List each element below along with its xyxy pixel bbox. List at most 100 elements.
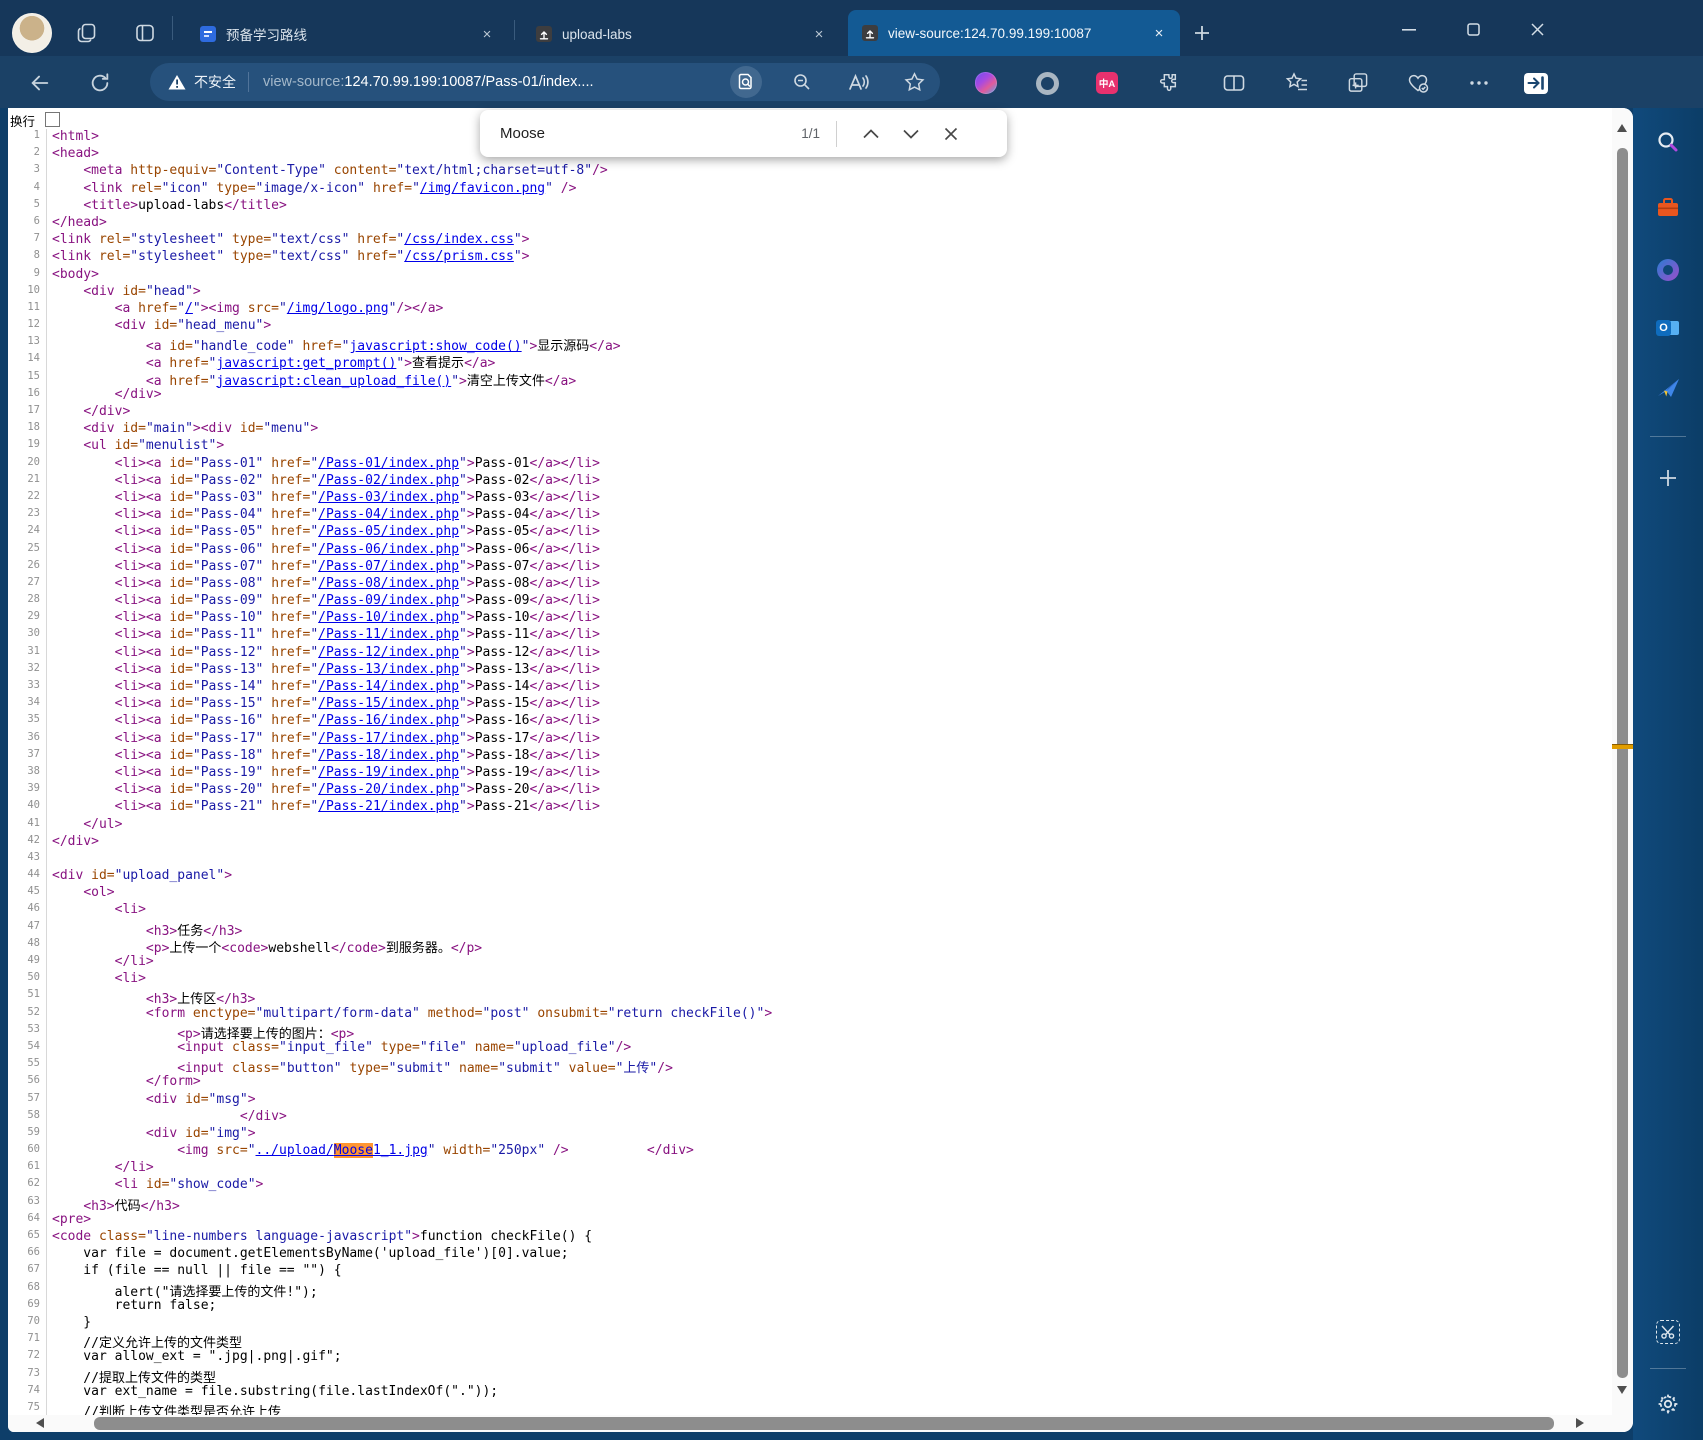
source-link[interactable]: / bbox=[185, 301, 193, 316]
source-link[interactable]: /Pass-06/index.php bbox=[318, 542, 459, 557]
source-link[interactable]: /img/logo.png bbox=[287, 301, 389, 316]
outlook-icon[interactable]: O bbox=[1656, 316, 1680, 340]
horizontal-scroll-thumb[interactable] bbox=[94, 1417, 1554, 1430]
source-link[interactable]: 1_1.jpg bbox=[373, 1143, 428, 1158]
drop-paper-plane-icon[interactable] bbox=[1656, 376, 1680, 400]
scroll-up-arrow[interactable] bbox=[1617, 124, 1627, 132]
tab-close-icon[interactable]: × bbox=[476, 26, 498, 43]
sidebar-toggle-icon[interactable] bbox=[1524, 71, 1548, 95]
microsoft-365-icon[interactable] bbox=[1656, 258, 1680, 282]
attribute-value: "Pass-10" bbox=[192, 610, 264, 626]
zoom-out-icon[interactable] bbox=[786, 66, 818, 98]
source-link[interactable]: javascript:clean_upload_file() bbox=[216, 374, 451, 389]
favorites-list-icon[interactable] bbox=[1285, 71, 1309, 95]
window-close-button[interactable] bbox=[1522, 16, 1552, 42]
back-button[interactable] bbox=[28, 71, 52, 95]
source-line: 72 var allow_ext = ".jpg|.png|.gif"; bbox=[8, 1349, 1612, 1367]
source-line: 25 <li><a id="Pass-06" href="/Pass-06/in… bbox=[8, 541, 1612, 559]
ai-brain-icon[interactable] bbox=[974, 71, 998, 95]
source-text bbox=[177, 1126, 185, 1141]
tab-close-icon[interactable]: × bbox=[808, 26, 830, 43]
source-link[interactable]: /Pass-10/index.php bbox=[318, 610, 459, 625]
favorite-star-icon[interactable] bbox=[898, 66, 930, 98]
screenshot-snip-icon[interactable] bbox=[1656, 1320, 1680, 1344]
window-minimize-button[interactable] bbox=[1394, 16, 1424, 42]
source-link[interactable]: /Pass-11/index.php bbox=[318, 627, 459, 642]
find-next-button[interactable] bbox=[891, 116, 931, 152]
view-source-page: 换行 1 <html> 2 <head> 3 <meta http-equiv="Con… bbox=[8, 108, 1633, 1432]
source-link[interactable]: /Pass-13/index.php bbox=[318, 662, 459, 677]
workspaces-icon[interactable] bbox=[76, 22, 98, 44]
security-label[interactable]: 不安全 bbox=[194, 72, 236, 92]
vertical-scrollbar[interactable] bbox=[1612, 108, 1633, 1432]
extensions-puzzle-icon[interactable] bbox=[1156, 71, 1180, 95]
tab-study-route[interactable]: 预备学习路线 × bbox=[186, 12, 506, 56]
split-screen-icon[interactable] bbox=[1222, 71, 1246, 95]
attribute-value: " bbox=[310, 799, 319, 815]
source-link[interactable]: /Pass-15/index.php bbox=[318, 696, 459, 711]
source-link[interactable]: /Pass-12/index.php bbox=[318, 645, 459, 660]
tab-actions-icon[interactable] bbox=[134, 22, 156, 44]
scroll-down-arrow[interactable] bbox=[1617, 1386, 1627, 1394]
source-link[interactable]: /Pass-02/index.php bbox=[318, 473, 459, 488]
search-icon[interactable] bbox=[1656, 130, 1680, 154]
collections-icon[interactable] bbox=[1346, 71, 1370, 95]
attribute-value: " bbox=[513, 249, 522, 265]
url-text[interactable]: view-source:124.70.99.199:10087/Pass-01/… bbox=[263, 74, 594, 90]
source-link[interactable]: /Pass-03/index.php bbox=[318, 490, 459, 505]
read-aloud-icon[interactable] bbox=[842, 66, 874, 98]
source-link[interactable]: /Pass-07/index.php bbox=[318, 559, 459, 574]
find-close-button[interactable] bbox=[931, 116, 971, 152]
source-link[interactable]: /img/favicon.png bbox=[420, 181, 545, 196]
new-tab-button[interactable] bbox=[1192, 23, 1212, 43]
source-link[interactable]: /Pass-21/index.php bbox=[318, 799, 459, 814]
source-link[interactable]: /Pass-18/index.php bbox=[318, 748, 459, 763]
scroll-right-arrow[interactable] bbox=[1576, 1418, 1584, 1428]
window-maximize-button[interactable] bbox=[1458, 16, 1488, 42]
ring-extension-icon[interactable] bbox=[1035, 71, 1059, 95]
source-link[interactable]: /Pass-05/index.php bbox=[318, 524, 459, 539]
tab-view-source-active[interactable]: view-source:124.70.99.199:10087 × bbox=[848, 10, 1180, 56]
find-previous-button[interactable] bbox=[851, 116, 891, 152]
source-text bbox=[420, 1006, 428, 1021]
toolbox-icon[interactable] bbox=[1656, 196, 1680, 220]
refresh-button[interactable] bbox=[88, 71, 112, 95]
source-link[interactable]: /Pass-08/index.php bbox=[318, 576, 459, 591]
horizontal-scrollbar[interactable] bbox=[8, 1415, 1612, 1432]
source-link[interactable]: /Pass-17/index.php bbox=[318, 731, 459, 746]
tab-upload-labs[interactable]: upload-labs × bbox=[522, 12, 838, 56]
line-number: 25 bbox=[27, 541, 40, 554]
source-line: 9 <body> bbox=[8, 266, 1612, 284]
vertical-scroll-thumb[interactable] bbox=[1617, 148, 1628, 1378]
settings-gear-icon[interactable] bbox=[1656, 1392, 1680, 1416]
html-attribute: id= bbox=[169, 627, 193, 643]
source-link[interactable]: /Pass-14/index.php bbox=[318, 679, 459, 694]
browser-essentials-icon[interactable] bbox=[1406, 71, 1430, 95]
find-match-highlight[interactable]: Moose bbox=[333, 1143, 373, 1159]
source-link[interactable]: /css/prism.css bbox=[404, 249, 514, 264]
line-wrap-checkbox[interactable] bbox=[45, 112, 60, 127]
scroll-left-arrow[interactable] bbox=[36, 1418, 44, 1428]
html-tag: </div> bbox=[239, 1108, 287, 1124]
profile-avatar[interactable] bbox=[12, 13, 52, 53]
tab-close-icon[interactable]: × bbox=[1148, 25, 1170, 42]
source-line: 22 <li><a id="Pass-03" href="/Pass-03/in… bbox=[8, 489, 1612, 508]
find-on-page-icon[interactable] bbox=[730, 66, 762, 98]
source-link[interactable]: ../upload/ bbox=[256, 1143, 334, 1158]
source-link[interactable]: /Pass-04/index.php bbox=[318, 507, 459, 522]
sidebar-add-icon[interactable] bbox=[1656, 466, 1680, 490]
address-bar[interactable]: 不安全 view-source:124.70.99.199:10087/Pass… bbox=[150, 63, 940, 101]
source-link[interactable]: /Pass-19/index.php bbox=[318, 765, 459, 780]
attribute-value: " bbox=[459, 799, 467, 815]
source-text bbox=[52, 198, 83, 213]
source-link[interactable]: /css/index.css bbox=[404, 232, 514, 247]
source-text bbox=[52, 438, 83, 453]
source-link[interactable]: /Pass-01/index.php bbox=[318, 456, 459, 471]
find-input[interactable]: Moose bbox=[500, 125, 780, 142]
source-link[interactable]: /Pass-09/index.php bbox=[318, 593, 459, 608]
more-options-icon[interactable] bbox=[1467, 71, 1491, 95]
translate-icon[interactable]: 中A bbox=[1095, 71, 1119, 95]
source-link[interactable]: /Pass-20/index.php bbox=[318, 782, 459, 797]
source-link[interactable]: /Pass-16/index.php bbox=[318, 713, 459, 728]
attribute-value: " bbox=[310, 747, 319, 763]
